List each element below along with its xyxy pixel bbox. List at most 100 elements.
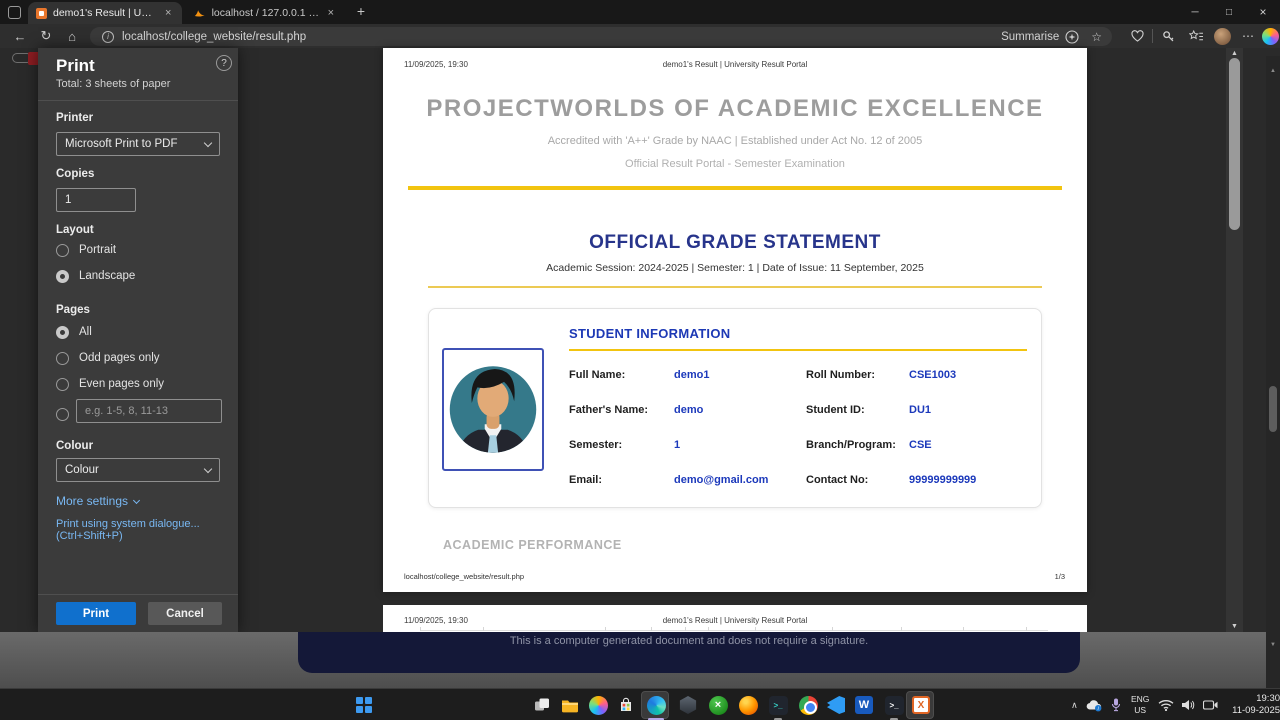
copilot-icon[interactable] <box>1260 26 1280 46</box>
result-portal-favicon <box>36 8 47 19</box>
field-label: Father's Name: <box>569 404 674 416</box>
radio-icon[interactable] <box>56 408 69 421</box>
preview-scrollbar-thumb[interactable] <box>1229 58 1240 230</box>
summarise-icon[interactable] <box>1065 30 1079 44</box>
table-top-border <box>420 630 1048 631</box>
colour-select[interactable]: Colour <box>56 458 220 482</box>
minimize-button[interactable]: ─ <box>1178 0 1212 24</box>
field-value: CSE1003 <box>909 369 1029 381</box>
address-bar[interactable]: i localhost/college_website/result.php S… <box>90 27 1112 46</box>
scroll-down-icon[interactable]: ▼ <box>1266 642 1280 648</box>
radio-icon[interactable] <box>56 244 69 257</box>
help-icon[interactable]: ? <box>216 55 232 71</box>
url-text: localhost/college_website/result.php <box>122 31 306 43</box>
file-explorer-icon[interactable] <box>558 693 582 717</box>
tab-close-icon[interactable]: × <box>163 7 173 19</box>
maximize-button[interactable]: □ <box>1212 0 1246 24</box>
print-preview-overlay: 11/09/2025, 19:30 demo1's Result | Unive… <box>0 48 1280 632</box>
onedrive-icon[interactable]: i <box>1083 699 1106 712</box>
terminal-icon[interactable]: >_ <box>766 693 790 717</box>
home-icon[interactable]: ⌂ <box>62 26 82 46</box>
hidden-icons-chevron[interactable]: ∧ <box>1066 700 1083 711</box>
custom-pages-input[interactable] <box>76 399 222 423</box>
word-icon[interactable]: W <box>852 693 876 717</box>
settings-menu-icon[interactable]: ⋯ <box>1238 26 1258 46</box>
browser-essentials-icon[interactable] <box>1127 26 1147 46</box>
task-view-icon[interactable] <box>530 693 554 717</box>
cancel-button[interactable]: Cancel <box>148 602 222 625</box>
tab-close-icon[interactable]: × <box>326 7 336 19</box>
landscape-option[interactable]: Landscape <box>56 268 135 284</box>
language-indicator[interactable]: ENG US <box>1126 694 1154 715</box>
print-button[interactable]: Print <box>56 602 136 625</box>
scroll-down-icon[interactable]: ▼ <box>1226 623 1243 630</box>
field-value: CSE <box>909 439 1029 451</box>
chrome-icon[interactable] <box>796 693 820 717</box>
gold-thin-divider <box>428 286 1042 288</box>
system-dialog-link[interactable]: Print using system dialogue... (Ctrl+Shi… <box>56 518 238 542</box>
tab-result[interactable]: demo1's Result | University Result × <box>28 2 182 24</box>
field-label: Contact No: <box>806 474 909 486</box>
site-info-icon[interactable]: i <box>102 31 114 43</box>
language-code: ENG <box>1131 694 1149 704</box>
student-info-card: STUDENT INFORMATION Full Name: demo1 Rol… <box>428 308 1042 508</box>
odd-pages-option[interactable]: Odd pages only <box>56 350 160 366</box>
radio-icon[interactable] <box>56 352 69 365</box>
firefox-icon[interactable] <box>736 693 760 717</box>
back-icon[interactable]: ← <box>10 26 30 46</box>
scroll-up-icon[interactable]: ▲ <box>1266 68 1280 74</box>
copilot-taskbar-icon[interactable] <box>586 693 610 717</box>
clock[interactable]: 19:30 11-09-2025 <box>1222 693 1280 718</box>
custom-pages-option[interactable] <box>56 406 69 422</box>
more-settings-link[interactable]: More settings <box>56 494 139 508</box>
powershell-icon[interactable]: >_ <box>882 693 906 717</box>
volume-icon[interactable] <box>1177 699 1200 711</box>
scroll-up-icon[interactable]: ▲ <box>1226 50 1243 57</box>
odd-pages-label: Odd pages only <box>79 352 160 364</box>
even-pages-option[interactable]: Even pages only <box>56 376 164 392</box>
dialog-title: Print <box>56 56 95 76</box>
copies-input[interactable] <box>56 188 136 212</box>
all-pages-option[interactable]: All <box>56 324 92 340</box>
table-grid-tick <box>605 627 606 631</box>
xbox-icon[interactable]: × <box>706 693 730 717</box>
new-tab-button[interactable]: + <box>352 3 370 21</box>
portrait-option[interactable]: Portrait <box>56 242 116 258</box>
wifi-icon[interactable] <box>1154 699 1177 711</box>
student-photo <box>442 348 544 471</box>
window-scrollbar-thumb[interactable] <box>1269 386 1277 432</box>
hexagon-app-icon[interactable] <box>676 693 700 717</box>
favorites-bar-icon[interactable] <box>1186 26 1206 46</box>
camera-icon[interactable] <box>1199 700 1222 710</box>
edge-taskbar-icon[interactable] <box>644 693 668 717</box>
refresh-icon[interactable]: ↻ <box>36 26 56 46</box>
tab-phpmyadmin[interactable]: localhost / 127.0.0.1 / college_db × <box>186 2 344 24</box>
taskbar: Search × >_ <box>0 688 1280 720</box>
favorite-star-icon[interactable]: ☆ <box>1091 30 1102 44</box>
gold-divider <box>408 186 1062 190</box>
student-avatar-illustration <box>447 353 539 466</box>
store-icon[interactable] <box>614 693 638 717</box>
colour-label: Colour <box>56 440 93 452</box>
printer-value: Microsoft Print to PDF <box>65 138 177 150</box>
tab-actions-icon[interactable] <box>8 6 21 19</box>
table-grid-tick <box>685 627 686 631</box>
close-window-button[interactable]: × <box>1246 0 1280 24</box>
university-name: PROJECTWORLDS OF ACADEMIC EXCELLENCE <box>383 95 1087 123</box>
window-scrollbar[interactable]: ▲ ▼ <box>1266 56 1280 688</box>
preview-scrollbar[interactable]: ▲ ▼ <box>1226 48 1243 632</box>
microphone-icon[interactable] <box>1105 698 1126 712</box>
summarise-button[interactable]: Summarise <box>1001 31 1059 43</box>
radio-icon[interactable] <box>56 378 69 391</box>
chevron-down-icon <box>204 138 212 146</box>
radio-checked-icon[interactable] <box>56 270 69 283</box>
passwords-key-icon[interactable] <box>1158 26 1178 46</box>
radio-checked-icon[interactable] <box>56 326 69 339</box>
profile-avatar[interactable] <box>1212 26 1232 46</box>
statement-title: OFFICIAL GRADE STATEMENT <box>383 232 1087 254</box>
start-button[interactable] <box>352 693 376 717</box>
xampp-icon[interactable]: X <box>909 693 933 717</box>
printer-select[interactable]: Microsoft Print to PDF <box>56 132 220 156</box>
table-grid-tick <box>963 627 964 631</box>
vscode-icon[interactable] <box>824 693 848 717</box>
